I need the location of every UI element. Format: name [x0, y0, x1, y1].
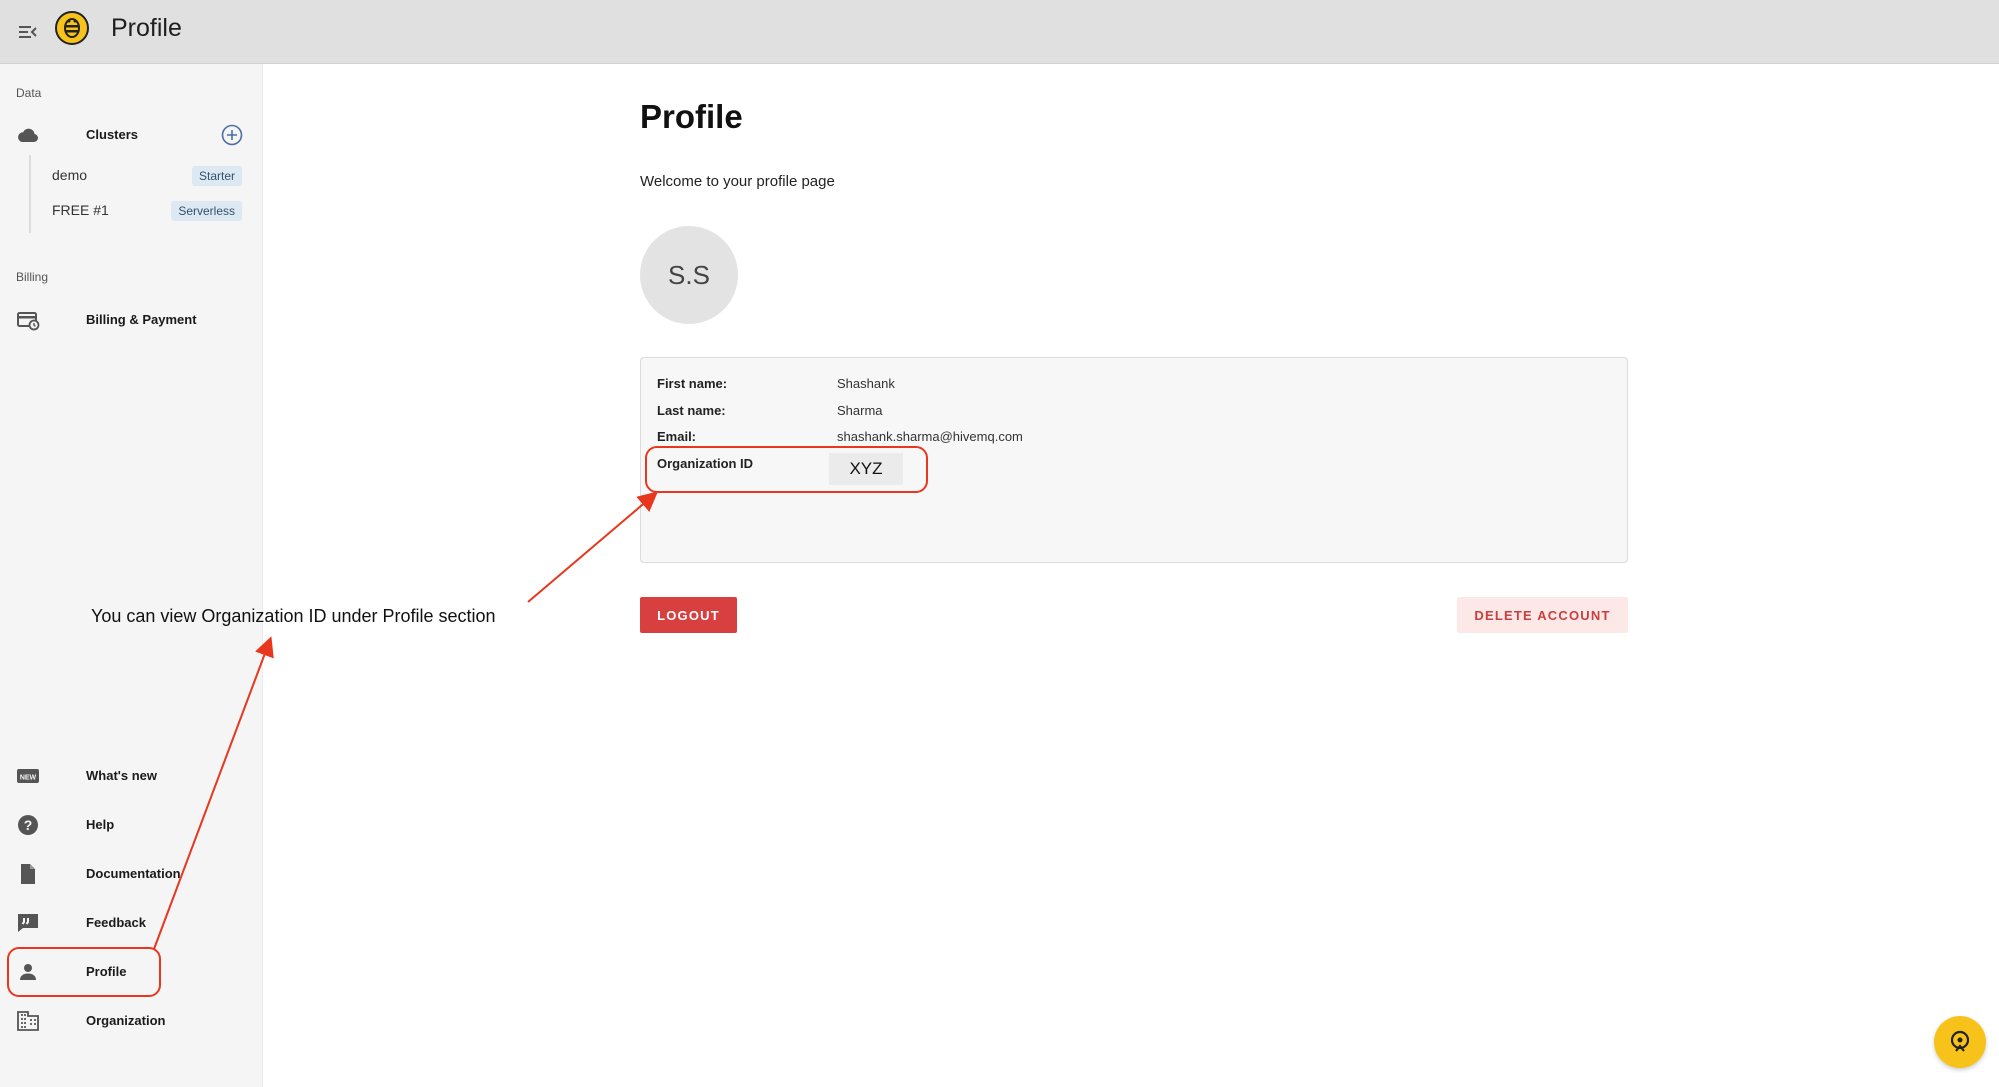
- welcome-text: Welcome to your profile page: [640, 173, 835, 190]
- top-app-bar: Profile: [0, 0, 1999, 64]
- sidebar-item-label: Organization: [86, 1013, 166, 1028]
- person-icon: [16, 960, 40, 984]
- field-value: Shashank: [837, 376, 895, 391]
- support-icon: [1950, 1030, 1970, 1052]
- document-icon: [16, 862, 40, 886]
- field-label: Organization ID: [657, 456, 754, 471]
- info-row-organization-id: Organization ID: [657, 456, 1557, 476]
- page-title: Profile: [640, 98, 743, 135]
- annotation-text: You can view Organization ID under Profi…: [91, 606, 496, 626]
- billing-icon: [16, 308, 40, 332]
- info-row-first-name: First name: Shashank: [657, 376, 1557, 396]
- sidebar-item-help[interactable]: ? Help: [8, 805, 255, 845]
- organization-id-value: XYZ: [829, 453, 903, 485]
- info-row-email: Email: shashank.sharma@hivemq.com: [657, 429, 1557, 449]
- building-icon: [16, 1009, 40, 1033]
- cluster-item-free[interactable]: FREE #1 Serverless: [38, 195, 248, 225]
- cluster-plan-badge: Starter: [191, 166, 242, 186]
- sidebar-item-label: Feedback: [86, 915, 146, 930]
- sidebar-item-label: Profile: [86, 964, 127, 979]
- hivemq-bee-logo: [54, 10, 90, 46]
- section-label-billing: Billing: [16, 270, 49, 284]
- arrow-to-organization-id: [527, 491, 659, 603]
- new-badge-icon: NEW: [16, 764, 40, 788]
- app-bar-title: Profile: [111, 14, 182, 42]
- sidebar-item-label: Clusters: [86, 127, 139, 142]
- avatar: S.S: [640, 226, 738, 324]
- info-row-last-name: Last name: Sharma: [657, 403, 1557, 423]
- help-icon: ?: [16, 813, 40, 837]
- field-label: Email:: [657, 429, 697, 444]
- field-value: shashank.sharma@hivemq.com: [837, 429, 1023, 444]
- sidebar-item-organization[interactable]: Organization: [8, 1001, 255, 1041]
- sidebar-item-label: Help: [86, 817, 115, 832]
- menu-collapse-icon[interactable]: [16, 20, 40, 44]
- cluster-plan-badge: Serverless: [171, 201, 242, 221]
- sidebar-item-label: Billing & Payment: [86, 312, 197, 327]
- svg-text:?: ?: [24, 817, 33, 833]
- cloud-icon: [16, 123, 40, 147]
- sidebar-item-feedback[interactable]: Feedback: [8, 903, 255, 943]
- logout-button[interactable]: LOGOUT: [640, 597, 737, 633]
- add-cluster-icon[interactable]: [220, 123, 244, 147]
- sidebar-item-profile[interactable]: Profile: [8, 952, 255, 992]
- sidebar-item-clusters[interactable]: Clusters: [8, 115, 255, 155]
- section-label-data: Data: [16, 86, 42, 100]
- sidebar: Data Clusters demo Starter FREE #1 Serve…: [0, 64, 263, 1087]
- cluster-tree-line: [29, 155, 31, 233]
- sidebar-item-documentation[interactable]: Documentation: [8, 854, 255, 894]
- field-label: Last name:: [657, 403, 726, 418]
- sidebar-item-whats-new[interactable]: NEW What's new: [8, 756, 255, 796]
- feedback-icon: [16, 911, 40, 935]
- field-label: First name:: [657, 376, 728, 391]
- profile-info-card: First name: Shashank Last name: Sharma E…: [640, 357, 1628, 563]
- sidebar-item-label: Documentation: [86, 866, 181, 881]
- cluster-item-demo[interactable]: demo Starter: [38, 160, 248, 190]
- svg-text:NEW: NEW: [20, 775, 37, 782]
- help-chat-button[interactable]: [1934, 1016, 1986, 1068]
- field-value: Sharma: [837, 403, 883, 418]
- sidebar-item-billing[interactable]: Billing & Payment: [8, 300, 255, 340]
- cluster-name: FREE #1: [52, 202, 109, 218]
- sidebar-item-label: What's new: [86, 768, 157, 783]
- delete-account-button[interactable]: DELETE ACCOUNT: [1457, 597, 1628, 633]
- cluster-name: demo: [52, 167, 88, 183]
